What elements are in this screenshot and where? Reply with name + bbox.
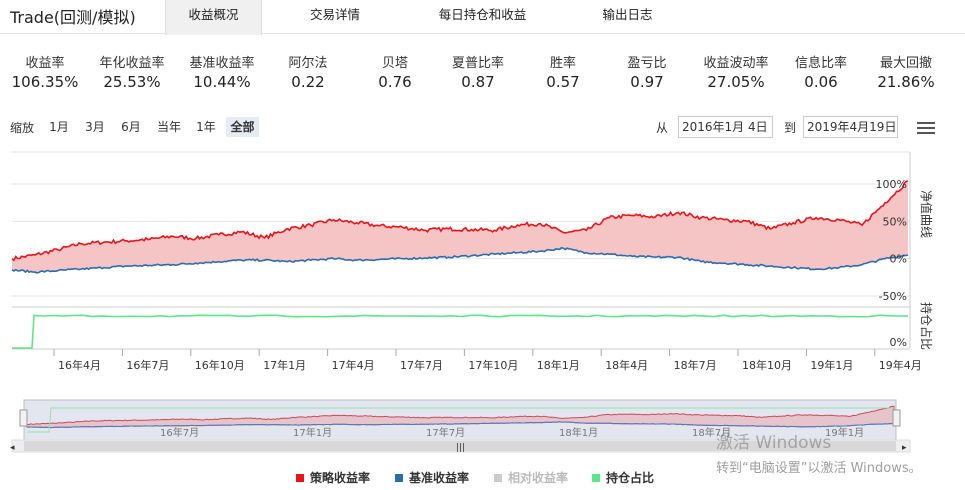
x-tick-label: 18年4月: [605, 358, 648, 372]
navigator-tick-label: 17年1月: [293, 426, 332, 439]
scroll-right-arrow-icon[interactable]: ▸: [902, 443, 907, 453]
legend-swatch: [395, 473, 403, 482]
x-tick-label: 19年4月: [879, 358, 922, 372]
scrollbar-grip-icon: |||: [456, 443, 465, 453]
x-tick-label: 17年1月: [263, 358, 306, 372]
x-tick-label: 17年7月: [400, 358, 443, 372]
legend-swatch: [592, 473, 600, 482]
x-tick-label: 18年1月: [537, 358, 580, 372]
y-tick-label: -50%: [879, 290, 907, 303]
x-tick-label: 17年10月: [468, 358, 518, 372]
x-tick-label: 17年4月: [332, 358, 375, 372]
navigator-tick-label: 17年7月: [426, 426, 465, 439]
legend-relative[interactable]: 相对收益率: [494, 469, 568, 485]
navigator-right-handle[interactable]: [892, 409, 901, 427]
navigator-tick-label: 19年1月: [825, 426, 864, 439]
chart-area: 100% 50% 0% -50% 0% 16年4月 16年7月 16年10月 17年1月 17年…: [10, 151, 934, 453]
navigator-tick-label: 18年1月: [559, 426, 598, 439]
legend-swatch: [296, 473, 304, 482]
navigator-left-handle[interactable]: [19, 409, 28, 427]
x-tick-label: 16年10月: [195, 358, 245, 372]
navigator-tick-label: 18年7月: [692, 426, 731, 439]
legend-label: 策略收益率: [310, 471, 371, 485]
y-tick-label: 50%: [883, 215, 907, 228]
x-tick-label: 16年7月: [126, 358, 169, 372]
scroll-left-arrow-icon[interactable]: ◂: [10, 443, 15, 453]
legend-label: 基准收益率: [409, 471, 470, 485]
position-y-tick-label: 0%: [890, 336, 907, 349]
x-tick-label: 16年4月: [58, 358, 101, 372]
legend-swatch: [494, 473, 502, 482]
legend-label: 相对收益率: [508, 471, 569, 485]
legend-benchmark[interactable]: 基准收益率: [395, 469, 469, 485]
y-tick-label: 0%: [890, 253, 907, 266]
y-tick-label: 100%: [876, 178, 907, 191]
navigator-tick-label: 16年7月: [160, 426, 199, 439]
x-tick-label: 18年10月: [742, 358, 792, 372]
position-line: [12, 314, 909, 349]
x-tick-label: 19年1月: [810, 358, 853, 372]
main-panel-label: 净值曲线: [919, 190, 934, 238]
x-tick-label: 18年7月: [674, 358, 717, 372]
legend-label: 持仓占比: [606, 471, 655, 485]
position-panel-label: 持仓占比: [919, 302, 934, 350]
legend-strategy[interactable]: 策略收益率: [296, 469, 370, 485]
legend-position[interactable]: 持仓占比: [592, 469, 654, 485]
